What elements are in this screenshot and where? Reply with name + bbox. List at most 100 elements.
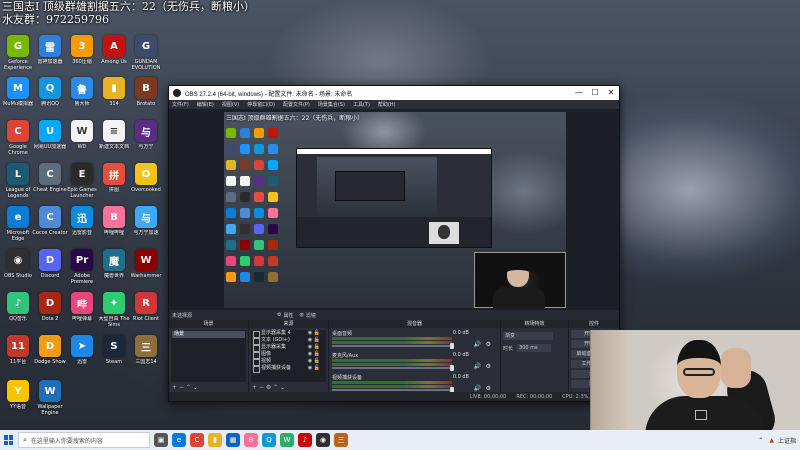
gear-icon[interactable]: ⚙ xyxy=(486,363,491,370)
desktop-icon[interactable]: B 哔哩哔哩 xyxy=(98,206,130,250)
desktop-icon[interactable]: 11 11平台 xyxy=(2,335,34,379)
desktop-icon[interactable]: ♪ QQ音乐 xyxy=(2,292,34,336)
desktop-icon[interactable]: M MuMu模拟器 xyxy=(2,77,34,121)
desktop-icon[interactable]: A Among Us xyxy=(98,35,130,79)
desktop-icon[interactable]: 与与万宁加速 xyxy=(130,206,162,250)
taskbar-search[interactable]: ⌕ 在这里输入你要搜索的内容 xyxy=(18,432,150,448)
desktop-icon[interactable]: C Cocos Creator xyxy=(32,206,68,250)
stock-ticker-label[interactable]: 上证指 xyxy=(778,436,796,445)
source-item[interactable]: 显示器采集 4 ◉ 🔓 xyxy=(251,330,326,338)
desktop-icon[interactable]: S Steam xyxy=(98,335,130,379)
gear-icon[interactable]: ⚙ xyxy=(486,385,491,392)
game-icon[interactable]: 三 xyxy=(334,433,348,447)
duration-input[interactable]: 300 ms xyxy=(517,344,552,352)
desktop-icon[interactable]: 雷雷神加速器 xyxy=(34,35,66,79)
filters-button[interactable]: 滤镜 xyxy=(306,312,316,319)
desktop-icon[interactable]: ◉ OBS Studio xyxy=(2,249,34,293)
desktop-icon[interactable]: 迅迅雷影音 xyxy=(66,206,98,250)
desktop-icon[interactable]: 哔哔哩弹幕 xyxy=(66,292,98,336)
volume-slider[interactable] xyxy=(332,389,452,391)
source-item[interactable]: 图像 ◉ 🔓 xyxy=(251,351,326,359)
volume-slider-knob[interactable] xyxy=(450,343,454,349)
obs-menu-item[interactable]: 视图(V) xyxy=(222,101,239,108)
preview-canvas[interactable]: 三国志Ⅰ 顶级群雄割据五六：22（无伤兵，断粮小） xyxy=(224,112,566,308)
obs-menu-item[interactable]: 编辑(E) xyxy=(197,101,214,108)
desktop-icon[interactable]: G GUNDAM EVOLUTION xyxy=(130,35,162,79)
obs-titlebar[interactable]: OBS 27.2.4 (64-bit, windows) - 配置文件: 未命名… xyxy=(169,86,619,100)
desktop-icon[interactable]: 鲁鲁大师 xyxy=(66,77,98,121)
desktop-icon[interactable]: D Dota 2 xyxy=(34,292,66,336)
maximize-icon[interactable]: ☐ xyxy=(587,86,603,100)
visibility-eye-icon[interactable]: ◉ 🔓 xyxy=(308,337,320,344)
speaker-icon[interactable]: 🔊 xyxy=(474,363,481,370)
desktop-icon[interactable]: O Overcooked xyxy=(130,163,162,207)
desktop-icon[interactable]: 拼拼图 xyxy=(98,163,130,207)
desktop-icon[interactable]: G Geforce Experience xyxy=(2,35,34,79)
desktop-icon[interactable]: 三三国志14 xyxy=(130,335,162,379)
move-up-icon[interactable]: ⌃ xyxy=(273,384,278,391)
obs-menu-item[interactable]: 帮助(H) xyxy=(378,101,396,108)
source-item[interactable]: 视频捕获设备 ◉ 🔓 xyxy=(251,365,326,373)
add-scene-icon[interactable]: + xyxy=(172,384,177,391)
visibility-eye-icon[interactable]: ◉ 🔓 xyxy=(308,330,320,337)
stock-icon[interactable]: ▲ xyxy=(769,437,774,444)
obs-menu-item[interactable]: 停靠窗口(D) xyxy=(247,101,275,108)
scene-item[interactable]: 场景 xyxy=(172,331,245,338)
desktop-icon[interactable]: Y YY语音 xyxy=(2,380,34,424)
obs-menu-item[interactable]: 文件(F) xyxy=(172,101,189,108)
desktop-icon[interactable]: ▮ 314 xyxy=(98,77,130,121)
desktop-icon[interactable]: E Epic Games Launcher xyxy=(66,163,98,207)
desktop-icon[interactable]: e Microsoft Edge xyxy=(2,206,34,250)
desktop-icon[interactable]: D Discord xyxy=(34,249,66,293)
store-icon[interactable]: ▦ xyxy=(226,433,240,447)
start-button[interactable] xyxy=(0,430,18,450)
filter-icon[interactable]: ◍ xyxy=(300,312,304,318)
desktop-icon[interactable]: 3 360压缩 xyxy=(66,35,98,79)
file-explorer-icon[interactable]: ▮ xyxy=(208,433,222,447)
tray-chevron-up-icon[interactable]: ⌃ xyxy=(758,437,763,444)
desktop-icon[interactable]: ✦ 大型自由 The Sims xyxy=(98,292,130,336)
desktop-icon[interactable]: 与与万宁 xyxy=(130,120,162,164)
obs-window[interactable]: OBS 27.2.4 (64-bit, windows) - 配置文件: 未命名… xyxy=(168,85,620,402)
edge-icon[interactable]: e xyxy=(172,433,186,447)
sources-list[interactable]: 显示器采集 4 ◉ 🔓 文本 (GDI+) ◉ 🔓 显示器采集 ◉ 🔓 图像 ◉ 🔓 视频 ◉ 🔓… xyxy=(251,330,326,382)
visibility-eye-icon[interactable]: ◉ 🔓 xyxy=(308,358,320,365)
obs-menu-item[interactable]: 工具(T) xyxy=(353,101,370,108)
gear-icon[interactable]: ⚙ xyxy=(486,341,491,348)
desktop-icon[interactable]: B Brotato xyxy=(130,77,162,121)
volume-slider[interactable] xyxy=(332,345,452,347)
move-down-icon[interactable]: ⌄ xyxy=(193,384,198,391)
desktop-icon[interactable]: U 网易UU加速器 xyxy=(34,120,66,164)
visibility-eye-icon[interactable]: ◉ 🔓 xyxy=(308,365,320,372)
obs-preview-area[interactable]: 三国志Ⅰ 顶级群雄割据五六：22（无伤兵，断粮小） xyxy=(169,110,619,310)
desktop-icon[interactable]: C Cheat Engine xyxy=(33,163,67,207)
bilibili-icon[interactable]: B xyxy=(244,433,258,447)
source-item[interactable]: 显示器采集 ◉ 🔓 xyxy=(251,344,326,352)
move-down-icon[interactable]: ⌄ xyxy=(280,384,285,391)
transition-type-select[interactable]: 渐变 xyxy=(503,332,553,340)
obs-menu-item[interactable]: 场景集合(S) xyxy=(318,101,345,108)
speaker-icon[interactable]: 🔊 xyxy=(474,385,481,392)
desktop-icon[interactable]: L League of Legends xyxy=(2,163,34,207)
desktop-icon[interactable]: 魔魔兽世界 xyxy=(98,249,130,293)
source-item[interactable]: 视频 ◉ 🔓 xyxy=(251,358,326,366)
qq-icon[interactable]: Q xyxy=(262,433,276,447)
remove-source-icon[interactable]: − xyxy=(259,384,264,391)
desktop-icon[interactable]: W WD xyxy=(66,120,98,164)
close-icon[interactable]: ✕ xyxy=(603,86,619,100)
desktop-icon[interactable]: Pr Adobe Premiere xyxy=(66,249,98,293)
minimize-icon[interactable]: — xyxy=(571,86,587,100)
visibility-eye-icon[interactable]: ◉ 🔓 xyxy=(308,344,320,351)
add-source-icon[interactable]: + xyxy=(252,384,257,391)
properties-gear-icon[interactable]: ⚙ xyxy=(277,312,281,318)
wechat-icon[interactable]: W xyxy=(280,433,294,447)
desktop-icon[interactable]: C Google Chrome xyxy=(2,120,34,164)
desktop-icon[interactable]: Q 腾讯QQ xyxy=(34,77,66,121)
desktop-icon[interactable]: ➤ 迅雷 xyxy=(66,335,98,379)
desktop-icon[interactable]: W Wallpaper Engine xyxy=(34,380,66,424)
volume-slider-knob[interactable] xyxy=(450,365,454,371)
scenes-list[interactable]: 场景 xyxy=(171,330,246,382)
desktop-icon[interactable]: ≡ 新建文本文档 xyxy=(98,120,130,164)
desktop-icon[interactable]: D Dodge Show xyxy=(34,335,66,379)
netease-music-icon[interactable]: ♪ xyxy=(298,433,312,447)
